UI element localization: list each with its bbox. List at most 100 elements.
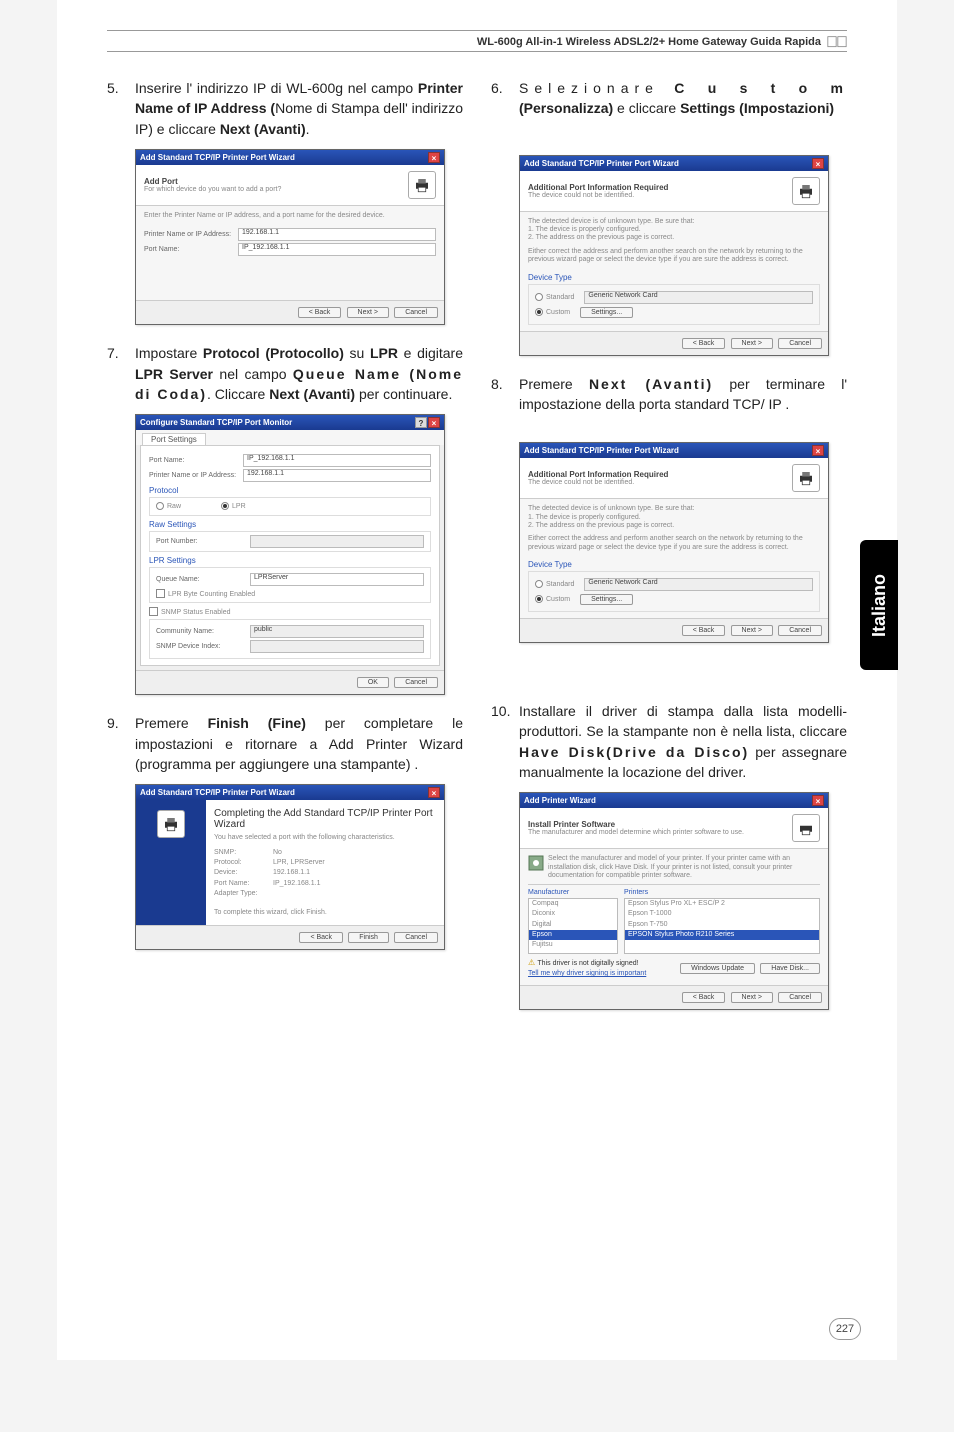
help-icon[interactable]: ? [415,417,427,428]
dialog-header: Additional Port Information Required The… [520,171,828,212]
two-columns: 5. Inserire l' indirizzo IP di WL-600g n… [107,78,847,1028]
text: 2. The address on the previous page is c… [528,522,820,530]
printer-icon [792,177,820,205]
section-label: Device Type [528,273,820,282]
radio-custom[interactable]: Custom [535,594,570,604]
list-item[interactable]: Compaq [529,899,617,909]
settings-button[interactable]: Settings... [580,594,633,605]
close-icon[interactable]: × [428,152,440,163]
dialog-subheading: The device could not be identified. [528,479,668,486]
page: WL-600g All-in-1 Wireless ADSL2/2+ Home … [57,0,897,1360]
printers-list[interactable]: Epson Stylus Pro XL+ ESC/P 2 Epson T-100… [624,898,820,954]
tab-port-settings[interactable]: Port Settings [142,433,206,445]
dialog-port-monitor: Configure Standard TCP/IP Port Monitor ?… [135,414,445,695]
bold-text: Finish (Fine) [208,715,306,731]
list-item[interactable]: Epson [529,930,617,940]
portname-input[interactable]: IP_192.168.1.1 [238,243,436,256]
next-button[interactable]: Next > [731,625,773,636]
checkbox-snmp[interactable]: SNMP Status Enabled [149,607,431,617]
header-row: WL-600g All-in-1 Wireless ADSL2/2+ Home … [107,35,847,52]
radio-lpr[interactable]: LPR [221,501,246,511]
list-item[interactable]: Epson T-750 [625,920,819,930]
page-number: 227 [829,1318,861,1340]
back-button[interactable]: < Back [682,625,726,636]
back-button[interactable]: < Back [298,307,342,318]
field-label: Queue Name: [156,576,246,583]
radio-raw[interactable]: Raw [156,501,181,511]
close-icon[interactable]: × [428,417,440,428]
cancel-button[interactable]: Cancel [394,932,438,943]
checkbox-lpr-byte[interactable]: LPR Byte Counting Enabled [156,589,424,599]
step-text: Premere Finish (Fine) per completare le … [135,713,463,774]
cancel-button[interactable]: Cancel [394,677,438,688]
close-icon[interactable]: × [812,795,824,806]
next-button[interactable]: Next > [731,338,773,349]
field-label: SNMP Device Index: [156,643,246,650]
bold-text: C u s t o m [674,80,847,96]
bold-text: Next (Avanti) [269,386,355,402]
next-button[interactable]: Next > [731,992,773,1003]
close-icon[interactable]: × [428,787,440,798]
step-text: Inserire l' indirizzo IP di WL-600g nel … [135,78,463,139]
ip-input[interactable]: 192.168.1.1 [238,228,436,241]
list-item[interactable]: Epson T-1000 [625,909,819,919]
ip-input[interactable]: 192.168.1.1 [243,469,431,482]
dialog-title: Add Standard TCP/IP Printer Port Wizard [524,159,679,168]
step-text: Premere Next (Avanti) per terminare l' i… [519,374,847,415]
back-button[interactable]: < Back [682,338,726,349]
queuename-input[interactable]: LPRServer [250,573,424,586]
dialog-titlebar: Add Standard TCP/IP Printer Port Wizard … [520,443,828,458]
cancel-button[interactable]: Cancel [778,338,822,349]
radio-standard[interactable]: Standard [535,292,574,302]
ok-button[interactable]: OK [357,677,389,688]
signing-warning: This driver is not digitally signed! [537,960,638,967]
radio-standard[interactable]: Standard [535,579,574,589]
cancel-button[interactable]: Cancel [394,307,438,318]
list-item[interactable]: Diconix [529,909,617,919]
have-disk-button[interactable]: Have Disk... [760,963,820,974]
dialog-additional-info-2: Add Standard TCP/IP Printer Port Wizard … [519,442,829,643]
dialog-buttons: < Back Next > Cancel [520,331,828,355]
cancel-button[interactable]: Cancel [778,992,822,1003]
close-icon[interactable]: × [812,158,824,169]
dialog-body: Port Name:IP_192.168.1.1 Printer Name or… [140,445,440,666]
portname-input[interactable]: IP_192.168.1.1 [243,454,431,467]
text: Premere [519,376,589,392]
text: 2. The address on the previous page is c… [528,234,820,242]
step-5: 5. Inserire l' indirizzo IP di WL-600g n… [107,78,463,139]
list-item[interactable]: EPSON Stylus Photo R210 Series [625,930,819,940]
close-icon[interactable]: × [812,445,824,456]
left-column: 5. Inserire l' indirizzo IP di WL-600g n… [107,78,463,1028]
bold-text: Next (Avanti) [220,121,306,137]
list-item[interactable]: Digital [529,920,617,930]
back-button[interactable]: < Back [299,932,343,943]
finish-button[interactable]: Finish [348,932,389,943]
next-button[interactable]: Next > [347,307,389,318]
dialog-buttons: OK Cancel [136,670,444,694]
text: . [306,121,310,137]
cancel-button[interactable]: Cancel [778,625,822,636]
printer-icon [792,464,820,492]
dialog-header: Add Port For which device do you want to… [136,165,444,206]
text: The detected device is of unknown type. … [528,505,820,513]
doc-header-title: WL-600g All-in-1 Wireless ADSL2/2+ Home … [477,36,821,48]
dialog-heading: Additional Port Information Required [528,470,668,479]
dialog-body: The detected device is of unknown type. … [520,212,828,331]
dialog-title: Add Printer Wizard [524,796,596,805]
list-item[interactable]: Epson Stylus Pro XL+ ESC/P 2 [625,899,819,909]
radio-custom[interactable]: Custom [535,307,570,317]
list-item[interactable]: Fujitsu [529,940,617,950]
text: Either correct the address and perform a… [528,535,820,552]
dialog-title: Add Standard TCP/IP Printer Port Wizard [524,446,679,455]
signing-link[interactable]: Tell me why driver signing is important [528,970,646,977]
dialog-buttons: < Back Next > Cancel [520,618,828,642]
field-value: No [273,849,282,857]
manufacturer-list[interactable]: Compaq Diconix Digital Epson Fujitsu [528,898,618,954]
step-text: Installare il driver di stampa dalla lis… [519,701,847,782]
windows-update-button[interactable]: Windows Update [680,963,755,974]
settings-button[interactable]: Settings... [580,307,633,318]
dialog-body: Select the manufacturer and model of you… [520,849,828,984]
dialog-titlebar: Add Standard TCP/IP Printer Port Wizard … [136,785,444,800]
back-button[interactable]: < Back [682,992,726,1003]
dialog-subheading: The manufacturer and model determine whi… [528,829,744,836]
